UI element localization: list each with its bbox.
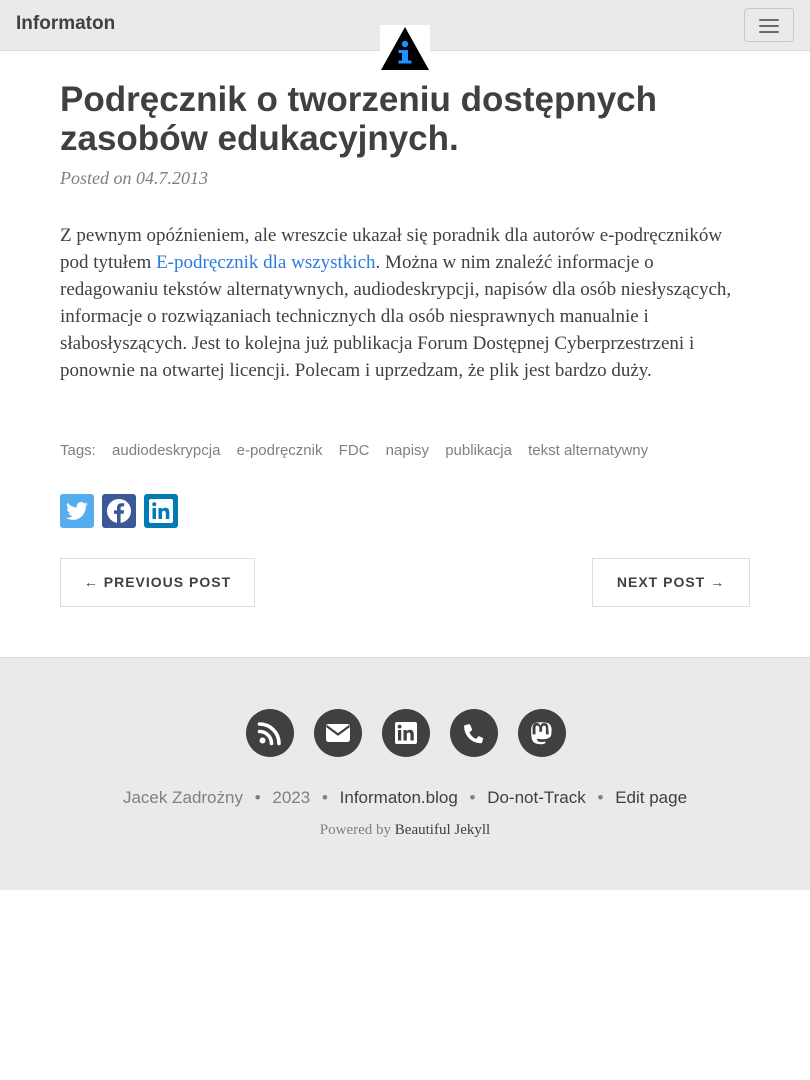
rss-icon [257, 722, 281, 746]
tag-link[interactable]: napisy [386, 442, 429, 459]
footer-linkedin-link[interactable] [382, 709, 430, 757]
footer-email-link[interactable] [314, 709, 362, 757]
share-facebook-button[interactable] [102, 494, 136, 528]
facebook-icon [107, 499, 131, 523]
tag-link[interactable]: tekst alternatywny [528, 442, 648, 459]
share-twitter-button[interactable] [60, 494, 94, 528]
post-tags: Tags: audiodeskrypcja e-podręcznik FDC n… [60, 442, 648, 459]
footer: Jacek Zadrożny • 2023 • Informaton.blog … [0, 657, 810, 890]
share-linkedin-button[interactable] [144, 494, 178, 528]
phone-icon [464, 724, 484, 744]
share-buttons [60, 494, 182, 528]
footer-author: Jacek Zadrożny [122, 788, 243, 807]
post-title: Podręcznik o tworzeniu dostępnych zasobó… [60, 80, 658, 158]
twitter-icon [66, 502, 88, 520]
info-logo-icon[interactable] [380, 25, 430, 75]
footer-edit-page-link[interactable]: Edit page [615, 788, 687, 807]
footer-site-link[interactable]: Informaton.blog [340, 788, 458, 807]
post-body: Z pewnym opóźnieniem, ale wreszcie ukaza… [60, 222, 754, 384]
next-post-button[interactable]: NEXT POST → [592, 558, 750, 607]
email-icon [325, 724, 351, 742]
previous-post-button[interactable]: ← PREVIOUS POST [60, 558, 255, 607]
linkedin-icon [149, 499, 173, 523]
tag-link[interactable]: audiodeskrypcja [112, 442, 220, 459]
footer-copyright: Jacek Zadrożny • 2023 • Informaton.blog … [122, 788, 688, 807]
footer-year: 2023 [272, 788, 311, 807]
footer-rss-link[interactable] [246, 709, 294, 757]
mastodon-icon [531, 722, 552, 745]
footer-mastodon-link[interactable] [518, 709, 566, 757]
linkedin-icon [395, 722, 417, 744]
navbar-brand[interactable]: Informaton [16, 13, 115, 35]
beautiful-jekyll-link[interactable]: Beautiful Jekyll [395, 822, 490, 838]
post-date: Posted on 04.7.2013 [60, 168, 208, 188]
tag-link[interactable]: publikacja [445, 442, 512, 459]
footer-dnt-link[interactable]: Do-not-Track [487, 788, 586, 807]
hamburger-menu-icon [759, 19, 779, 21]
navbar-toggle-button[interactable] [744, 8, 794, 42]
powered-by-label: Powered by [319, 822, 392, 838]
tag-link[interactable]: e-podręcznik [237, 442, 323, 459]
post-body-link[interactable]: E-podręcznik dla wszystkich [156, 252, 375, 273]
footer-powered-by: Powered by Beautiful Jekyll [0, 822, 810, 839]
tag-link[interactable]: FDC [339, 442, 370, 459]
footer-phone-link[interactable] [450, 709, 498, 757]
tags-label: Tags: [60, 442, 96, 459]
